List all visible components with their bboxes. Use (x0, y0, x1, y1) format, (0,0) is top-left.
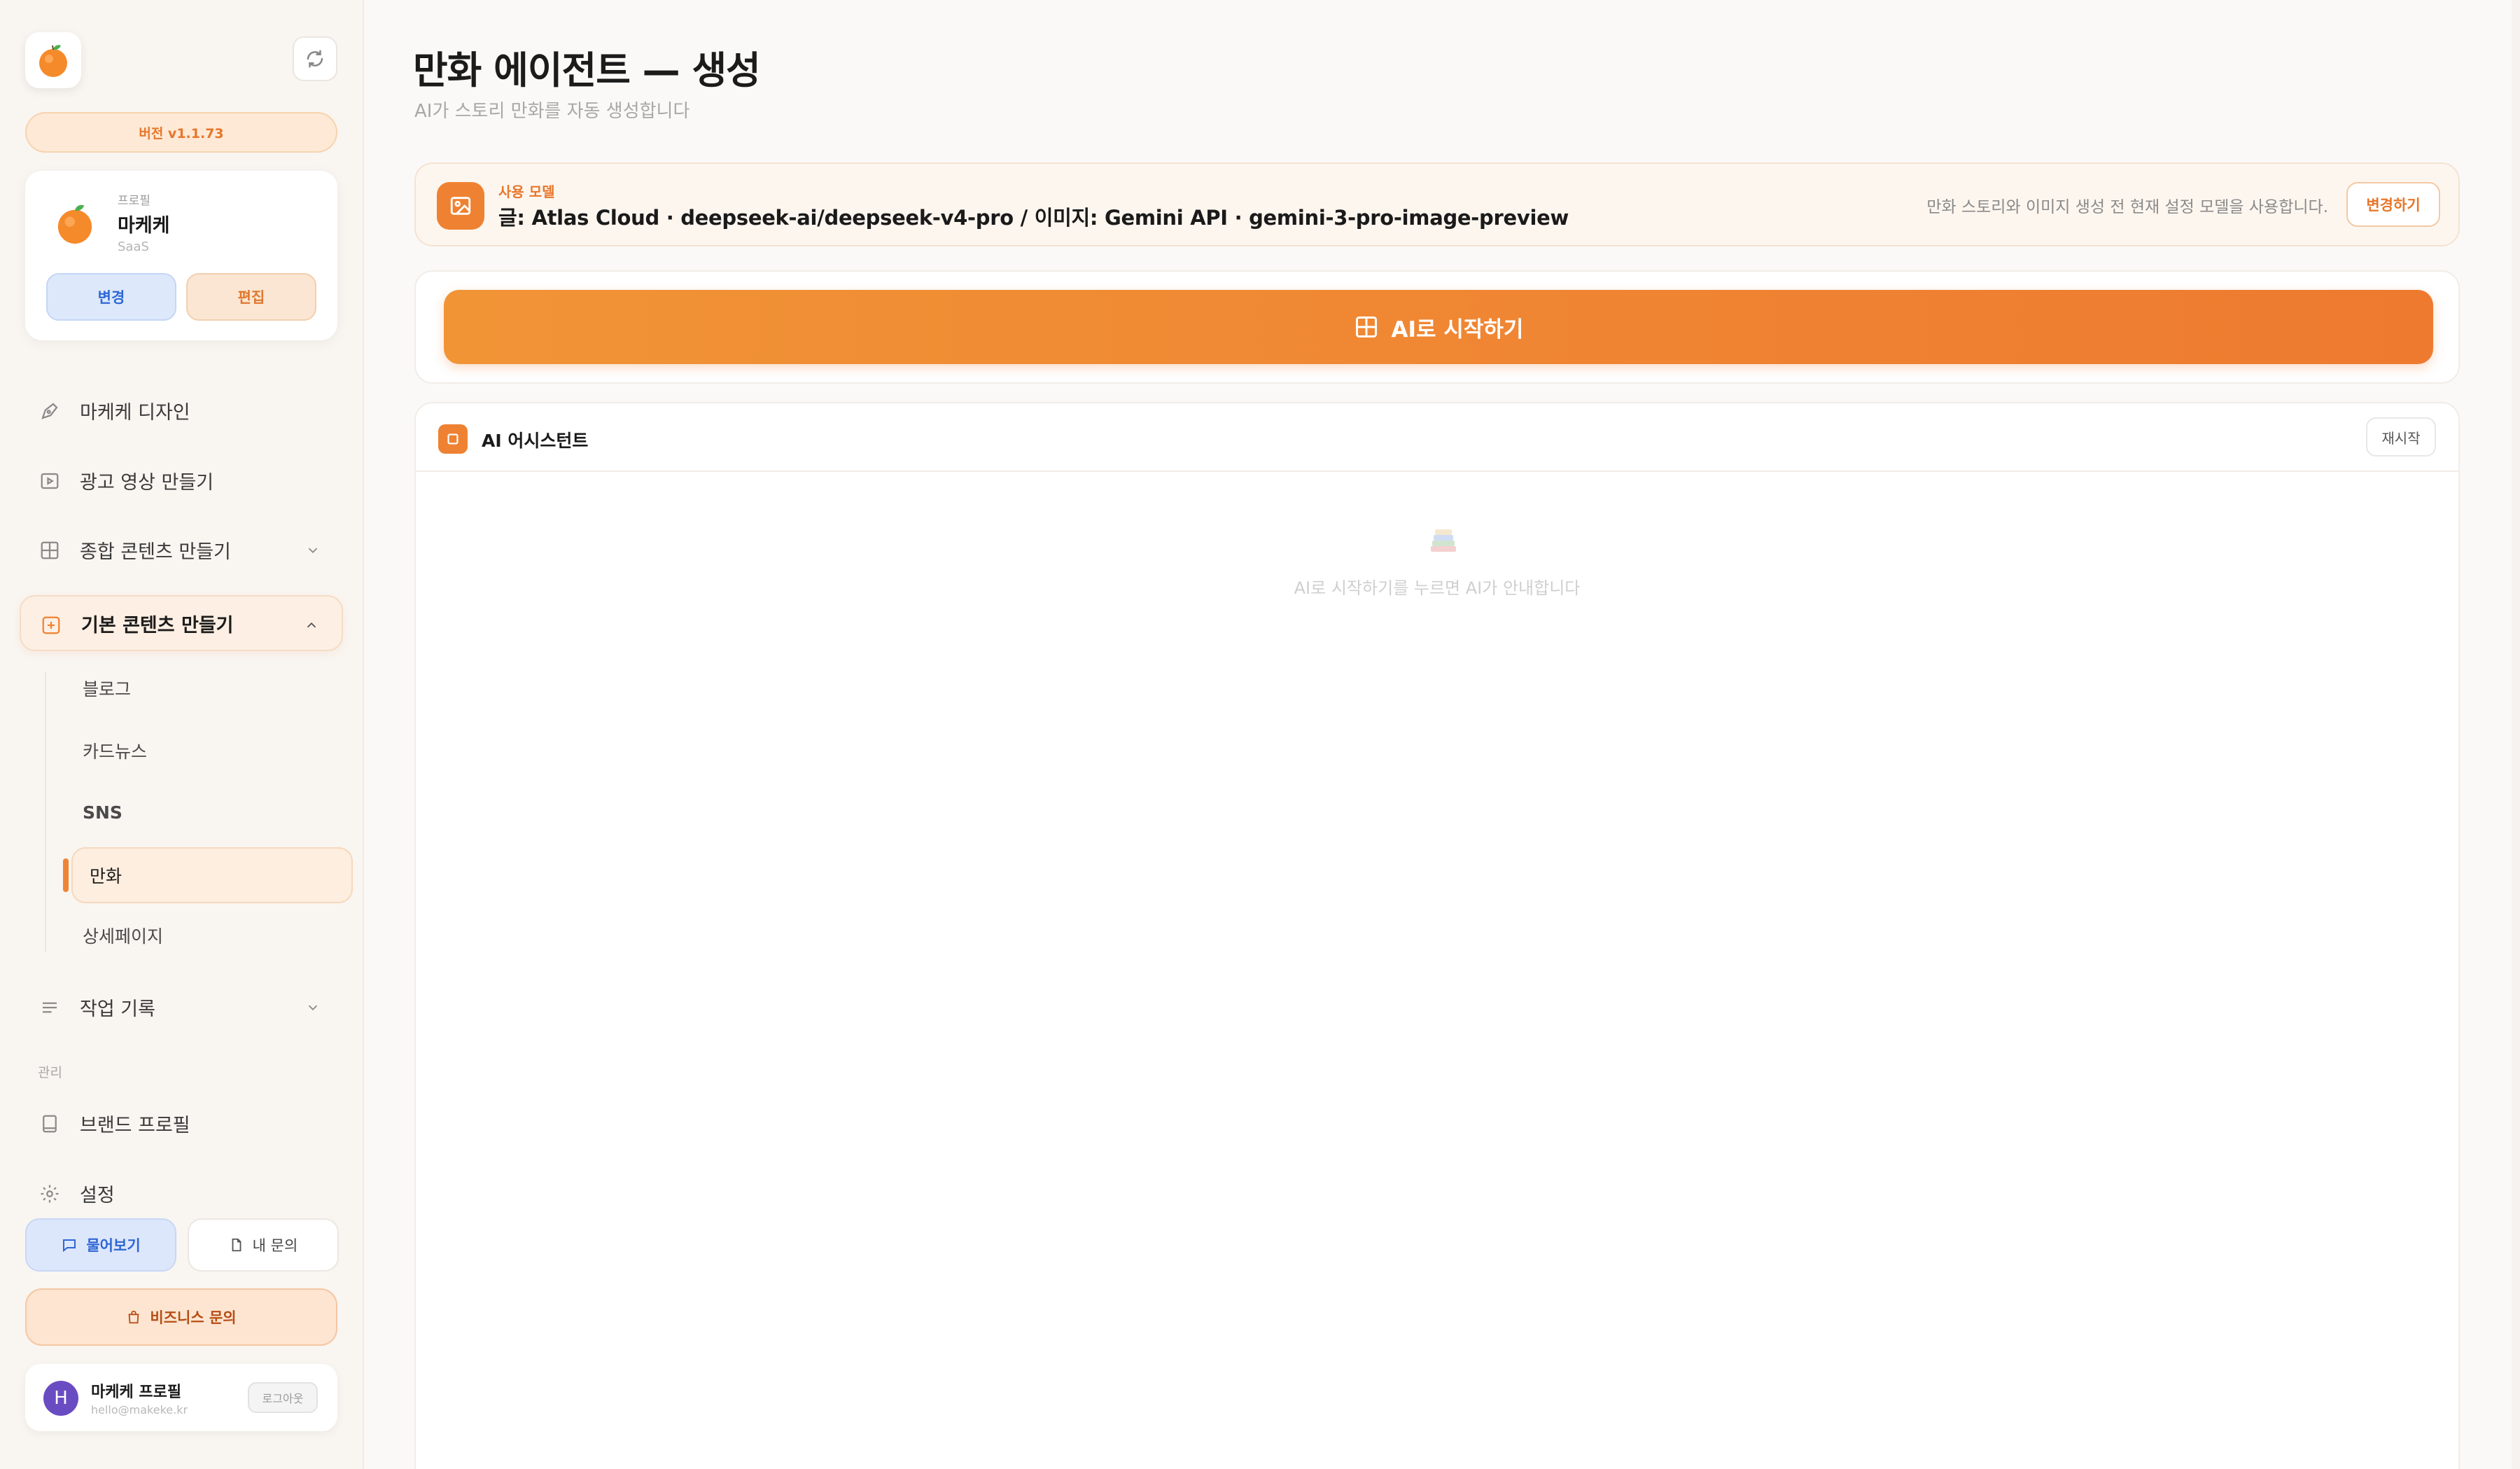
sub-item-cardnews[interactable]: 카드뉴스 (70, 723, 351, 778)
profile-change-button[interactable]: 변경 (46, 273, 176, 321)
my-inquiries-label: 내 문의 (252, 1237, 298, 1254)
nav-label: 브랜드 프로필 (80, 1114, 190, 1136)
assistant-icon-badge (438, 424, 468, 454)
nav-label: 종합 콘텐츠 만들기 (80, 541, 231, 563)
profile-type: SaaS (118, 239, 149, 254)
grid-icon (41, 541, 59, 559)
chevron-down-icon (308, 548, 318, 554)
user-name: 마케케 프로필 (91, 1384, 182, 1401)
books-icon (1431, 529, 1456, 552)
business-inquiry-button[interactable]: 비즈니스 문의 (25, 1288, 337, 1346)
start-ai-label: AI로 시작하기 (1391, 316, 1524, 342)
image-icon (450, 197, 471, 215)
nav-item-basic-content[interactable]: 기본 콘텐츠 만들기 (20, 595, 343, 651)
profile-edit-button[interactable]: 편집 (186, 273, 316, 321)
restart-button[interactable]: 재시작 (2366, 417, 2436, 457)
tangerine-avatar-icon (57, 204, 92, 244)
nav-label: 마케케 디자인 (80, 401, 190, 424)
assistant-title: AI 어시스턴트 (482, 431, 589, 451)
app-logo[interactable] (25, 32, 81, 88)
nav-item-ad-video[interactable]: 광고 영상 만들기 (20, 452, 343, 508)
sub-nav-guide (45, 672, 46, 952)
grid-icon (1355, 316, 1377, 337)
nav-label: 기본 콘텐츠 만들기 (81, 614, 234, 636)
square-icon (447, 433, 458, 445)
sub-item-blog[interactable]: 블로그 (70, 661, 351, 716)
ask-button[interactable]: 물어보기 (25, 1218, 176, 1272)
business-inquiry-label: 비즈니스 문의 (150, 1309, 237, 1326)
page-subtitle: AI가 스토리 만화를 자동 생성합니다 (414, 101, 690, 122)
nav-label: 광고 영상 만들기 (80, 471, 214, 494)
model-card: 사용 모델 글: Atlas Cloud · deepseek-ai/deeps… (414, 162, 2460, 246)
plus-square-icon (42, 616, 60, 634)
section-label-admin: 관리 (38, 1065, 62, 1080)
nav-label: 작업 기록 (80, 998, 155, 1020)
version-badge: 버전 v1.1.73 (25, 112, 337, 153)
nav-item-history[interactable]: 작업 기록 (20, 979, 343, 1035)
start-ai-button[interactable]: AI로 시작하기 (444, 290, 2433, 364)
video-play-icon (41, 473, 59, 489)
profile-card: 프로필 마케케 SaaS 변경 편집 (25, 171, 337, 340)
tangerine-logo-icon (39, 45, 67, 77)
ask-label: 물어보기 (86, 1237, 141, 1254)
model-label: 사용 모델 (498, 183, 555, 200)
user-email: hello@makeke.kr (91, 1403, 188, 1416)
refresh-icon (307, 50, 323, 68)
shopping-bag-icon (128, 1310, 139, 1324)
pen-tool-icon (41, 403, 58, 419)
model-icon-badge (437, 182, 484, 230)
scrollbar-track[interactable] (2512, 0, 2520, 1469)
logout-button[interactable]: 로그아웃 (248, 1382, 318, 1413)
sub-item-comic[interactable]: 만화 (71, 847, 353, 903)
assistant-header: AI 어시스턴트 재시작 (416, 403, 2458, 472)
user-card: H 마케케 프로필 hello@makeke.kr 로그아웃 (25, 1364, 337, 1431)
nav-item-design[interactable]: 마케케 디자인 (20, 382, 343, 438)
nav-label: 설정 (80, 1184, 115, 1206)
assistant-empty-text: AI로 시작하기를 누르면 AI가 안내합니다 (1294, 578, 1581, 598)
chevron-up-icon (307, 622, 316, 628)
model-value: 글: Atlas Cloud · deepseek-ai/deepseek-v4… (498, 206, 1569, 230)
chevron-down-icon (308, 1005, 318, 1011)
nav-item-composite-content[interactable]: 종합 콘텐츠 만들기 (20, 522, 343, 578)
nav-item-settings[interactable]: 설정 (20, 1165, 343, 1221)
active-indicator (63, 858, 69, 892)
sub-item-sns[interactable]: SNS (70, 785, 351, 840)
chat-bubble-icon (63, 1239, 76, 1253)
profile-name: 마케케 (118, 215, 170, 237)
model-note: 만화 스토리와 이미지 생성 전 현재 설정 모델을 사용합니다. (1926, 198, 2328, 216)
profile-label: 프로필 (118, 194, 150, 208)
book-icon (43, 1115, 57, 1133)
gear-icon (41, 1185, 59, 1203)
start-card: AI로 시작하기 (414, 270, 2460, 384)
avatar[interactable]: H (43, 1381, 78, 1416)
model-change-button[interactable]: 변경하기 (2346, 182, 2440, 227)
nav-item-brand-profile[interactable]: 브랜드 프로필 (20, 1095, 343, 1151)
document-icon (232, 1238, 241, 1252)
my-inquiries-button[interactable]: 내 문의 (188, 1218, 339, 1272)
page-title: 만화 에이전트 — 생성 (413, 48, 761, 92)
assistant-panel: AI 어시스턴트 재시작 AI로 시작하기를 누르면 AI가 안내합니다 (414, 402, 2460, 1469)
sidebar: 버전 v1.1.73 프로필 마케케 SaaS 변경 편집 마케케 디자인 광고… (0, 0, 364, 1469)
list-icon (43, 1002, 57, 1013)
sub-item-detail-page[interactable]: 상세페이지 (70, 908, 351, 963)
refresh-button[interactable] (293, 36, 337, 81)
